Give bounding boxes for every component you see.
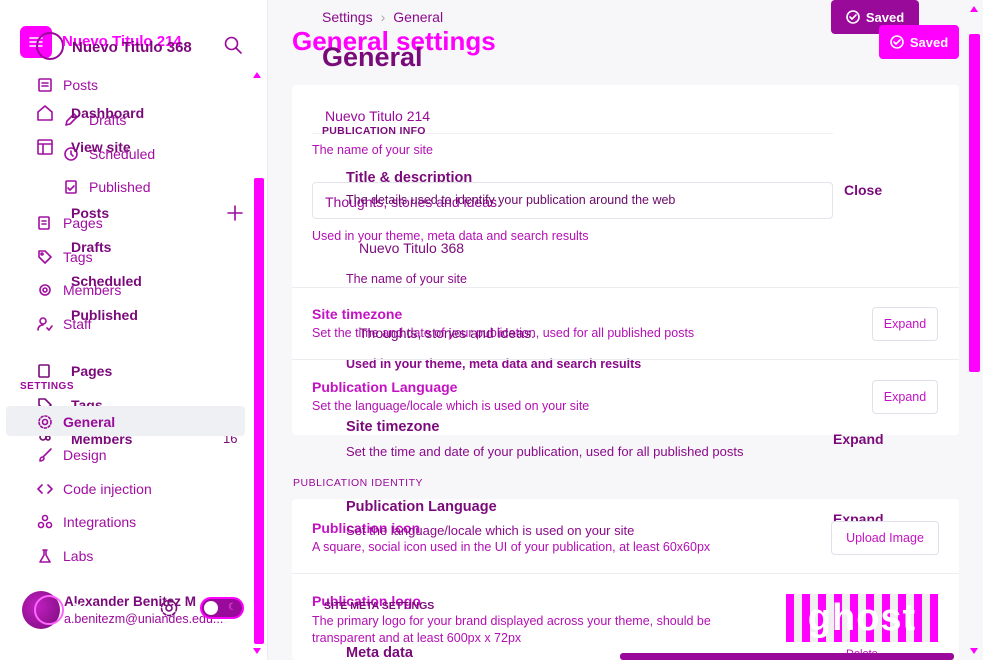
publication-logo-image[interactable]: ghost [786, 594, 938, 642]
breadcrumb-settings-link[interactable]: Settings [322, 9, 373, 25]
sidebar-item-posts-overlay: Posts [71, 205, 110, 221]
row-divider [292, 573, 959, 574]
timezone-desc-overlay: Set the time and date of your publicatio… [346, 444, 744, 459]
sidebar-item-label: Labs [63, 548, 94, 564]
pages-icon [36, 214, 54, 232]
sidebar-item-design[interactable]: Design [36, 445, 107, 465]
search-icon[interactable] [222, 34, 244, 56]
language-title: Publication Language [312, 379, 458, 395]
moon-icon: ☾ [228, 602, 237, 613]
language-expand-button[interactable]: Expand [872, 380, 938, 414]
language-title-overlay: Publication Language [346, 499, 497, 515]
language-desc-overlay: Set the language/locale which is used on… [346, 523, 635, 538]
sidebar-item-pages-overlay-label: Pages [71, 363, 113, 379]
timezone-title-overlay: Site timezone [346, 419, 440, 435]
row-divider [292, 359, 959, 360]
site-title-value-overlay: Nuevo Titulo 368 [359, 240, 465, 256]
sidebar-item-published-overlay: Published [71, 307, 138, 323]
description-value-overlay: Thoughts, stories and ideas. [359, 325, 535, 341]
timezone-expand-button[interactable]: Expand [872, 307, 938, 341]
sidebar: Nuevo Titulo 214 Nuevo Titulo 368 Posts … [0, 0, 268, 660]
sidebar-item-labs[interactable]: Labs [36, 546, 93, 566]
main-scroll-up-arrow-icon[interactable] [970, 6, 978, 12]
sidebar-scrollbar-thumb[interactable] [254, 178, 264, 644]
sidebar-item-scheduled-overlay: Scheduled [71, 273, 142, 289]
code-icon [36, 480, 54, 498]
gear-icon [36, 413, 54, 431]
sidebar-item-label: Design [63, 447, 107, 463]
language-desc: Set the language/locale which is used on… [312, 399, 590, 413]
gear-icon[interactable] [158, 597, 180, 619]
site-title-hint: The name of your site [312, 143, 433, 157]
logo-wordmark: ghost [807, 596, 917, 639]
sidebar-item-dashboard[interactable] [36, 103, 63, 123]
integrations-icon [36, 513, 54, 531]
breadcrumb-separator: › [380, 9, 386, 25]
saved-button-secondary[interactable]: Saved [879, 25, 959, 59]
sidebar-item-pages-overlay[interactable] [36, 361, 63, 381]
members-icon [36, 281, 54, 299]
settings-section-label: SETTINGS [20, 381, 75, 392]
sidebar-item-drafts-overlay: Drafts [71, 239, 112, 255]
night-mode-toggle[interactable]: ☾ [200, 597, 244, 619]
timezone-expand-overlay[interactable]: Expand [833, 431, 884, 447]
layout-icon [36, 138, 54, 156]
breadcrumb: Settings › General [322, 9, 443, 25]
site-title-overlay: Nuevo Titulo 368 [72, 39, 192, 56]
site-meta-section-label: SITE META SETTINGS [324, 600, 435, 612]
sidebar-item-integrations[interactable]: Integrations [36, 512, 136, 532]
scroll-up-arrow-icon[interactable] [253, 72, 261, 78]
add-post-icon[interactable] [225, 203, 245, 223]
sidebar-item-label: General [63, 414, 116, 430]
home-icon [36, 104, 54, 122]
main-scroll-down-arrow-icon[interactable] [970, 648, 978, 654]
scroll-down-arrow-icon[interactable] [253, 648, 261, 654]
publication-identity-section-label: PUBLICATION IDENTITY [293, 477, 423, 489]
sidebar-item-label: Code injection [63, 481, 152, 497]
publication-icon-desc: A square, social icon used in the UI of … [312, 540, 711, 554]
staff-icon [36, 315, 54, 333]
page-title-overlay: General [322, 42, 423, 72]
sidebar-item-label: Posts [63, 77, 99, 93]
posts-icon [36, 76, 54, 94]
site-logo-overlay-circle [36, 32, 64, 60]
check-circle-icon [846, 10, 860, 24]
sidebar-item-general[interactable]: General [36, 412, 115, 432]
timezone-title: Site timezone [312, 306, 403, 322]
check-circle-icon [890, 35, 904, 49]
sidebar-item-code-injection[interactable]: Code injection [36, 479, 152, 499]
flask-icon [36, 547, 54, 565]
meta-data-title: Meta data [346, 645, 413, 660]
sidebar-item-label: Integrations [63, 514, 137, 530]
brush-icon [36, 446, 54, 464]
site-title-value: Nuevo Titulo 214 [325, 108, 431, 124]
publication-logo-desc: The primary logo for your brand displaye… [312, 614, 711, 645]
main-scrollbar-thumb[interactable] [969, 34, 980, 372]
title-description-subtitle: The details used to identify your public… [346, 193, 676, 207]
chevron-down-icon[interactable] [72, 600, 84, 612]
tag-icon [36, 248, 54, 266]
close-button[interactable]: Close [844, 182, 882, 198]
site-title-hint-overlay: The name of your site [346, 272, 467, 286]
sidebar-item-label: Published [89, 179, 151, 195]
sidebar-item-view-site-label: View site [71, 139, 131, 155]
upload-image-button[interactable]: Upload Image [831, 521, 939, 555]
row-divider [292, 287, 959, 288]
publication-info-section-label: PUBLICATION INFO [322, 125, 426, 137]
published-icon [62, 178, 80, 196]
user-email: a.benitezm@uniandes.edu... [64, 612, 224, 626]
sidebar-item-view-site[interactable] [36, 137, 63, 157]
avatar-overlay [34, 595, 64, 625]
breadcrumb-current: General [393, 9, 444, 25]
sidebar-item-dashboard-label: Dashboard [71, 105, 145, 121]
pages-icon [36, 362, 54, 380]
sidebar-item-published[interactable]: Published [62, 177, 151, 197]
horizontal-scrollbar-thumb[interactable] [620, 653, 954, 660]
saved-label: Saved [909, 34, 949, 50]
toggle-knob [204, 601, 218, 615]
saved-label: Saved [865, 9, 905, 25]
sidebar-item-posts[interactable]: Posts [36, 75, 98, 95]
